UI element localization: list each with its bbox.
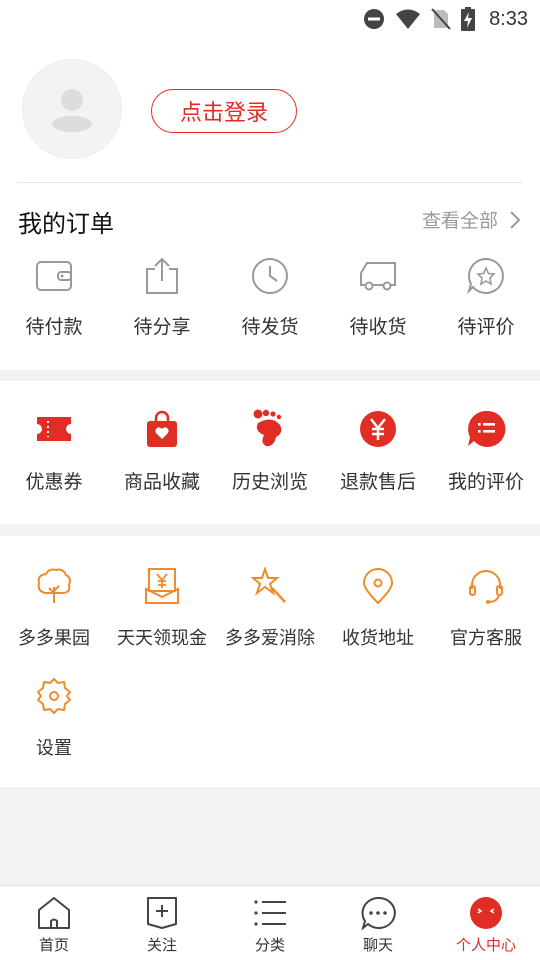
refund-yen-icon — [358, 409, 398, 449]
tools-section: 多多果园 天天领现金 多多爱消除 收货地址 官方客服 设置 — [0, 536, 540, 787]
tab-follow[interactable]: 关注 — [108, 886, 216, 960]
service-label: 优惠券 — [25, 471, 83, 493]
chevron-right-icon — [510, 210, 520, 229]
favorites-entry[interactable]: 商品收藏 — [108, 409, 216, 494]
divider — [17, 182, 523, 183]
daily-cash-entry[interactable]: 天天领现金 — [108, 566, 216, 650]
tab-home[interactable]: 首页 — [0, 886, 108, 960]
footprint-icon — [250, 409, 290, 449]
service-label: 退款售后 — [339, 471, 416, 493]
star-comment-icon — [466, 256, 506, 296]
view-all-label: 查看全部 — [421, 210, 498, 232]
order-status-label: 待分享 — [133, 316, 191, 338]
bottom-tab-bar: 首页 关注 分类 聊天 个人中心 — [0, 885, 540, 960]
tab-label: 关注 — [146, 936, 177, 954]
order-status-label: 待发货 — [241, 316, 299, 338]
settings-gear-icon — [34, 676, 74, 716]
tool-label: 多多果园 — [18, 628, 90, 649]
orders-title: 我的订单 — [18, 210, 114, 238]
order-status-label: 待评价 — [457, 316, 515, 338]
orchard-entry[interactable]: 多多果园 — [0, 566, 108, 650]
tool-label: 收货地址 — [342, 628, 414, 649]
no-sim-icon — [431, 8, 451, 30]
order-pending-shipment[interactable]: 待发货 — [216, 256, 324, 339]
service-label: 历史浏览 — [231, 471, 308, 493]
coupon-icon — [34, 409, 74, 449]
tool-label: 天天领现金 — [117, 628, 207, 649]
status-bar: 8:33 — [0, 0, 540, 38]
tool-label: 多多爱消除 — [225, 628, 315, 649]
tab-label: 分类 — [254, 936, 285, 954]
tab-chat[interactable]: 聊天 — [324, 886, 432, 960]
truck-icon — [358, 256, 398, 296]
history-entry[interactable]: 历史浏览 — [216, 409, 324, 494]
tab-category[interactable]: 分类 — [216, 886, 324, 960]
order-pending-share[interactable]: 待分享 — [108, 256, 216, 339]
home-icon — [38, 897, 70, 929]
customer-service-entry[interactable]: 官方客服 — [432, 566, 540, 650]
tree-icon — [34, 566, 74, 606]
view-all-orders-link[interactable]: 查看全部 — [422, 206, 520, 233]
battery-charging-icon — [461, 7, 476, 31]
order-status-label: 待付款 — [25, 316, 83, 338]
chat-icon — [361, 896, 396, 930]
do-not-disturb-icon — [363, 8, 385, 30]
wifi-icon — [395, 8, 421, 30]
status-time: 8:33 — [489, 7, 528, 30]
clock-icon — [250, 256, 290, 296]
share-icon — [142, 256, 182, 296]
order-pending-receipt[interactable]: 待收货 — [324, 256, 432, 339]
tab-label: 个人中心 — [455, 936, 516, 954]
service-label: 我的评价 — [447, 471, 524, 493]
tab-profile[interactable]: 个人中心 — [432, 886, 540, 960]
order-status-label: 待收货 — [349, 316, 407, 338]
login-button[interactable]: 点击登录 — [151, 89, 297, 133]
my-reviews-entry[interactable]: 我的评价 — [432, 409, 540, 494]
refund-entry[interactable]: 退款售后 — [324, 409, 432, 494]
headset-icon — [466, 566, 506, 606]
profile-orders-section: 点击登录 我的订单 查看全部 待付款 待分享 待发货 待收货 待评价 — [0, 38, 540, 370]
category-list-icon — [254, 900, 286, 926]
tools-row: 设置 — [0, 676, 540, 760]
tab-label: 首页 — [38, 936, 69, 954]
review-list-icon — [466, 409, 506, 449]
location-pin-icon — [358, 566, 398, 606]
tool-label: 设置 — [36, 738, 72, 759]
wallet-icon — [34, 256, 74, 296]
default-avatar-icon — [52, 89, 92, 132]
cash-envelope-icon — [142, 566, 182, 606]
tab-label: 聊天 — [362, 936, 393, 954]
services-row: 优惠券 商品收藏 历史浏览 退款售后 我的评价 — [0, 409, 540, 494]
settings-entry[interactable]: 设置 — [0, 676, 108, 760]
service-label: 商品收藏 — [123, 471, 200, 493]
follow-icon — [147, 897, 177, 929]
favorite-bag-icon — [142, 409, 182, 449]
profile-face-icon — [470, 897, 502, 929]
order-pending-payment[interactable]: 待付款 — [0, 256, 108, 339]
orders-status-row: 待付款 待分享 待发货 待收货 待评价 — [0, 256, 540, 339]
star-wand-icon — [250, 566, 290, 606]
tool-label: 官方客服 — [450, 628, 522, 649]
order-pending-review[interactable]: 待评价 — [432, 256, 540, 339]
coupons-entry[interactable]: 优惠券 — [0, 409, 108, 494]
address-entry[interactable]: 收货地址 — [324, 566, 432, 650]
tools-row: 多多果园 天天领现金 多多爱消除 收货地址 官方客服 — [0, 566, 540, 650]
avatar[interactable] — [22, 59, 122, 159]
services-section: 优惠券 商品收藏 历史浏览 退款售后 我的评价 — [0, 381, 540, 524]
match-game-entry[interactable]: 多多爱消除 — [216, 566, 324, 650]
